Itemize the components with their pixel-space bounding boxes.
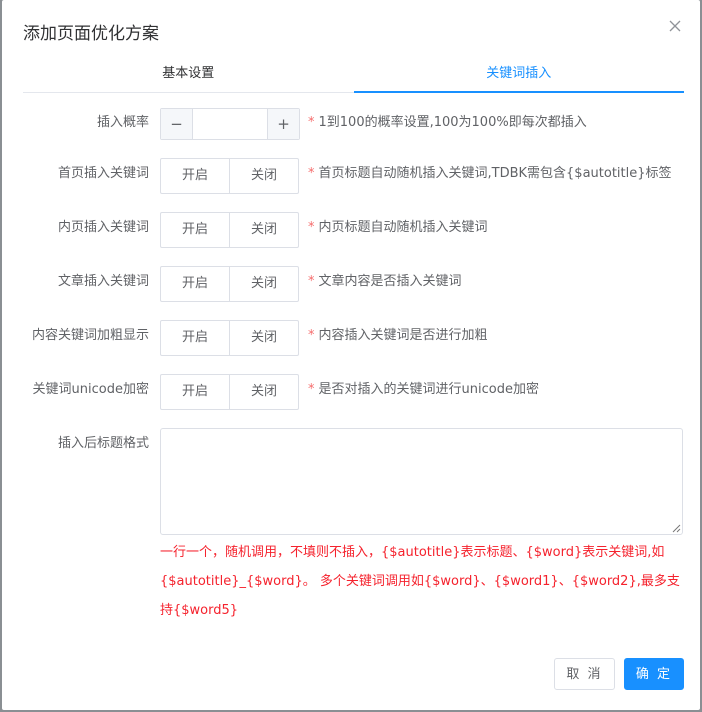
required-mark: * [308, 274, 315, 289]
required-mark: * [308, 328, 315, 343]
field-hint: * 1到100的概率设置,100为100%即每次都插入 [308, 108, 587, 138]
form-row-probability: 插入概率 − + * 1到100的概率设置,100为100%即每次都插入 [2, 108, 700, 144]
form-row-bold-keyword: 内容关键词加粗显示 开启 关闭 * 内容插入关键词是否进行加粗 [2, 320, 700, 356]
form-row-homepage-keyword: 首页插入关键词 开启 关闭 * 首页标题自动随机插入关键词,TDBK需包含{$au… [2, 158, 700, 194]
close-icon[interactable] [666, 17, 684, 35]
toggle-on-button[interactable]: 开启 [161, 267, 230, 301]
toggle-group: 开启 关闭 [160, 374, 299, 410]
dialog-title: 添加页面优化方案 [23, 24, 159, 44]
toggle-off-button[interactable]: 关闭 [230, 321, 298, 355]
toggle-group: 开启 关闭 [160, 266, 299, 302]
title-format-help: 一行一个，随机调用，不填则不插入，{$autotitle}表示标题、{$word… [160, 545, 680, 618]
toggle-on-button[interactable]: 开启 [161, 159, 230, 193]
hint-text: 首页标题自动随机插入关键词,TDBK需包含{$autotitle}标签 [318, 166, 672, 181]
field-label: 插入概率 [96, 115, 149, 130]
field-hint: * 内容插入关键词是否进行加粗 [308, 320, 488, 352]
decrement-button[interactable]: − [161, 109, 193, 139]
hint-text: 文章内容是否插入关键词 [318, 274, 462, 289]
toggle-on-button[interactable]: 开启 [161, 321, 230, 355]
required-mark: * [308, 382, 315, 397]
toggle-on-button[interactable]: 开启 [161, 213, 230, 247]
probability-input[interactable] [193, 109, 267, 139]
title-format-textarea[interactable] [161, 429, 682, 534]
field-hint: * 文章内容是否插入关键词 [308, 266, 462, 298]
hint-text: 内页标题自动随机插入关键词 [318, 220, 488, 235]
field-label: 首页插入关键词 [57, 166, 149, 181]
resize-grip-icon[interactable] [671, 523, 681, 533]
hint-text: 内容插入关键词是否进行加粗 [318, 328, 488, 343]
toggle-group: 开启 关闭 [160, 158, 299, 194]
field-hint: * 首页标题自动随机插入关键词,TDBK需包含{$autotitle}标签 [308, 158, 672, 190]
dialog: 添加页面优化方案 基本设置 关键词插入 插入概率 − + * 1到100的概率设置… [2, 0, 700, 710]
title-format-label: 插入后标题格式 [57, 436, 149, 451]
field-label: 内页插入关键词 [57, 220, 149, 235]
probability-stepper: − + [160, 108, 300, 140]
toggle-off-button[interactable]: 关闭 [230, 159, 298, 193]
confirm-button[interactable]: 确 定 [624, 658, 684, 690]
field-hint: * 是否对插入的关键词进行unicode加密 [308, 374, 539, 406]
field-label: 文章插入关键词 [57, 274, 149, 289]
required-mark: * [308, 166, 315, 181]
field-label: 内容关键词加粗显示 [31, 328, 149, 343]
title-format-field [160, 428, 683, 535]
hint-text: 是否对插入的关键词进行unicode加密 [318, 382, 539, 397]
toggle-group: 开启 关闭 [160, 212, 299, 248]
tab-keyword-insert[interactable]: 关键词插入 [354, 56, 685, 92]
field-label: 关键词unicode加密 [32, 382, 149, 397]
form-row-innerpage-keyword: 内页插入关键词 开启 关闭 * 内页标题自动随机插入关键词 [2, 212, 700, 248]
form-row-unicode-encrypt: 关键词unicode加密 开启 关闭 * 是否对插入的关键词进行unicode加密 [2, 374, 700, 410]
toggle-group: 开启 关闭 [160, 320, 299, 356]
toggle-off-button[interactable]: 关闭 [230, 375, 298, 409]
toggle-off-button[interactable]: 关闭 [230, 213, 298, 247]
increment-button[interactable]: + [267, 109, 299, 139]
field-hint: * 内页标题自动随机插入关键词 [308, 212, 488, 244]
form-row-article-keyword: 文章插入关键词 开启 关闭 * 文章内容是否插入关键词 [2, 266, 700, 302]
active-tab-indicator [353, 91, 684, 93]
required-mark: * [308, 220, 315, 235]
toggle-on-button[interactable]: 开启 [161, 375, 230, 409]
tab-bar: 基本设置 关键词插入 [23, 56, 684, 93]
required-mark: * [308, 115, 315, 130]
tab-basic-settings[interactable]: 基本设置 [23, 56, 354, 92]
hint-text: 1到100的概率设置,100为100%即每次都插入 [318, 115, 587, 130]
toggle-off-button[interactable]: 关闭 [230, 267, 298, 301]
cancel-button[interactable]: 取 消 [554, 658, 615, 690]
